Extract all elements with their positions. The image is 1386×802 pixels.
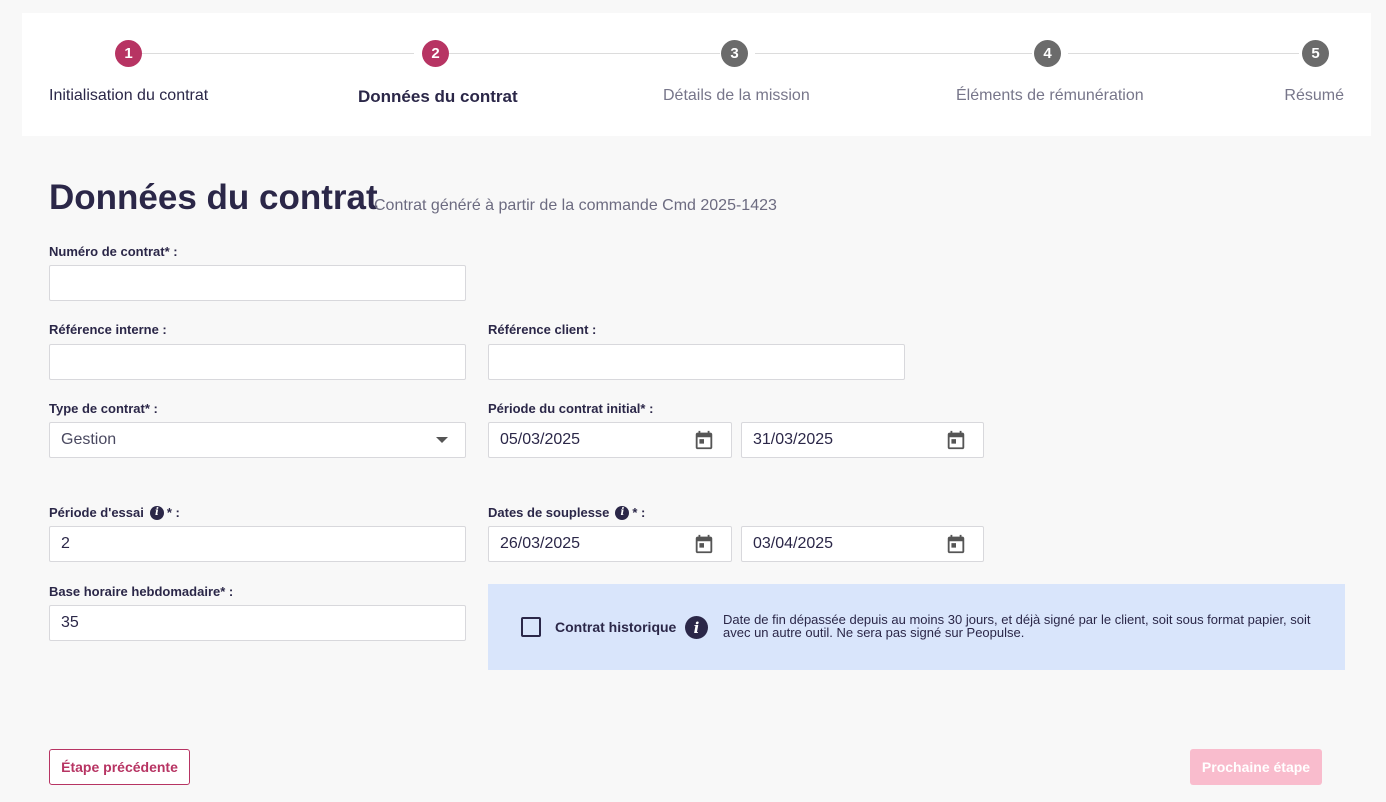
internal-ref-label: Référence interne : — [49, 322, 167, 337]
step-connector — [141, 53, 414, 54]
info-icon[interactable]: i — [615, 505, 630, 520]
trial-period-input[interactable]: 2 — [49, 526, 466, 562]
previous-step-button[interactable]: Étape précédente — [49, 749, 190, 785]
page-title: Données du contrat — [49, 178, 378, 217]
next-step-button[interactable]: Prochaine étape — [1190, 749, 1322, 785]
step-connector — [449, 53, 720, 54]
step-4-label: Éléments de rémunération — [956, 87, 1144, 104]
page-subtitle: Contrat généré à partir de la commande C… — [374, 197, 777, 214]
step-4-indicator: 4 — [1034, 40, 1061, 67]
trial-period-label: Période d'essai i * : — [49, 505, 180, 520]
calendar-icon[interactable] — [693, 429, 715, 451]
weekly-hours-label: Base horaire hebdomadaire* : — [49, 584, 234, 599]
step-connector — [1068, 53, 1299, 54]
step-1-label[interactable]: Initialisation du contrat — [49, 87, 208, 105]
initial-period-start-value: 05/03/2025 — [500, 431, 581, 448]
weekly-hours-input[interactable]: 35 — [49, 605, 466, 641]
stepper: 1 2 3 4 5 Initialisation du contrat Donn… — [22, 13, 1371, 136]
initial-period-end-value: 31/03/2025 — [753, 431, 834, 448]
step-1-indicator[interactable]: 1 — [115, 40, 142, 67]
trial-period-label-required: * : — [166, 505, 180, 520]
client-ref-input[interactable] — [488, 344, 905, 380]
flex-dates-end-value: 03/04/2025 — [753, 535, 834, 552]
contract-number-input[interactable] — [49, 265, 466, 301]
calendar-icon[interactable] — [693, 533, 715, 555]
calendar-icon[interactable] — [945, 429, 967, 451]
step-2-indicator[interactable]: 2 — [422, 40, 449, 67]
historic-contract-label[interactable]: Contrat historique — [555, 619, 676, 635]
contract-type-select[interactable]: Gestion — [49, 422, 466, 458]
step-3-label: Détails de la mission — [663, 87, 810, 104]
weekly-hours-value: 35 — [61, 614, 79, 631]
contract-type-value: Gestion — [61, 431, 117, 448]
calendar-icon[interactable] — [945, 533, 967, 555]
historic-contract-checkbox[interactable] — [521, 617, 541, 637]
historic-contract-panel: Contrat historique i Date de fin dépassé… — [488, 584, 1345, 670]
flex-dates-start-value: 26/03/2025 — [500, 535, 581, 552]
step-3-indicator: 3 — [721, 40, 748, 67]
flex-dates-label-required: * : — [632, 505, 646, 520]
step-connector — [755, 53, 1032, 54]
flex-dates-label-text: Dates de souplesse — [488, 505, 610, 520]
historic-contract-info-text: Date de fin dépassée depuis au moins 30 … — [723, 612, 1311, 640]
initial-period-end-input[interactable]: 31/03/2025 — [741, 422, 984, 458]
client-ref-label: Référence client : — [488, 322, 597, 337]
trial-period-value: 2 — [61, 535, 70, 552]
flex-dates-end-input[interactable]: 03/04/2025 — [741, 526, 984, 562]
step-2-label[interactable]: Données du contrat — [358, 87, 518, 107]
step-5-label: Résumé — [1284, 87, 1344, 104]
info-icon[interactable]: i — [149, 505, 164, 520]
trial-period-label-text: Période d'essai — [49, 505, 144, 520]
contract-type-label: Type de contrat* : — [49, 401, 158, 416]
initial-period-label: Période du contrat initial* : — [488, 401, 654, 416]
internal-ref-input[interactable] — [49, 344, 466, 380]
flex-dates-start-input[interactable]: 26/03/2025 — [488, 526, 732, 562]
info-icon: i — [685, 616, 708, 639]
initial-period-start-input[interactable]: 05/03/2025 — [488, 422, 732, 458]
step-5-indicator: 5 — [1302, 40, 1329, 67]
flex-dates-label: Dates de souplesse i * : — [488, 505, 645, 520]
chevron-down-icon — [436, 437, 448, 443]
contract-number-label: Numéro de contrat* : — [49, 244, 178, 259]
